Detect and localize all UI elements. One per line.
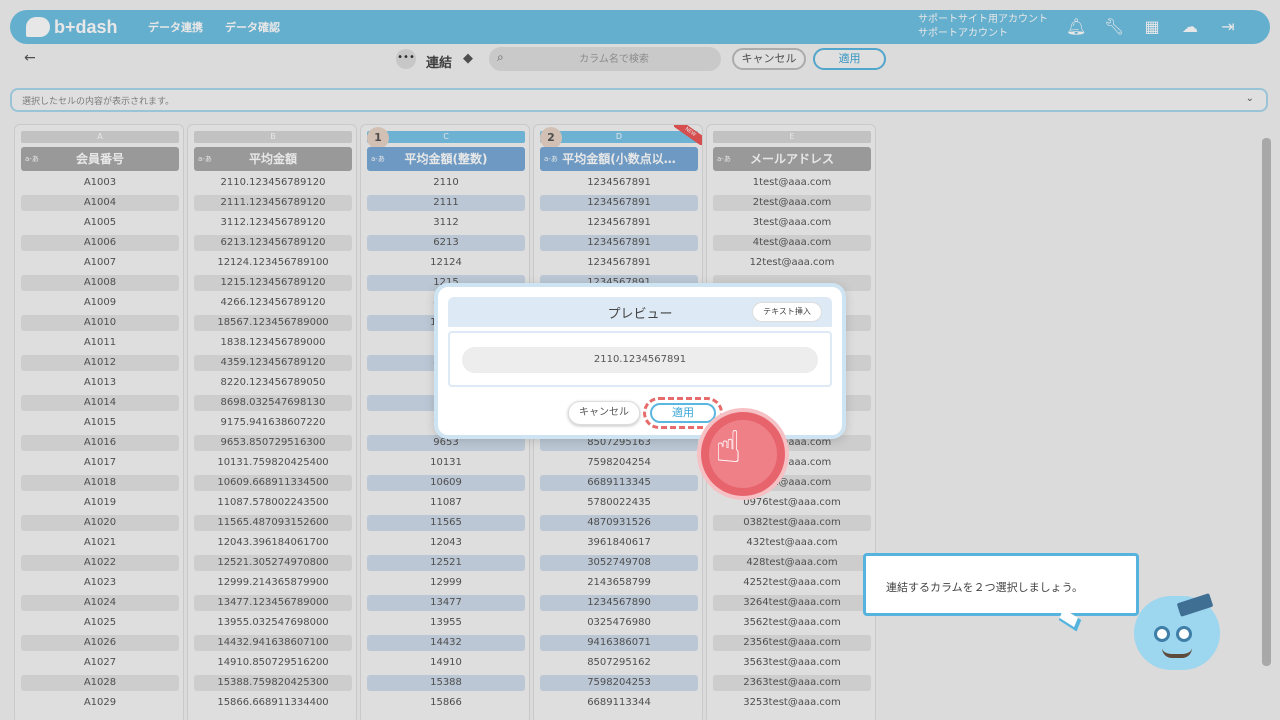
dialog-header: プレビュー テキスト挿入 (448, 297, 832, 327)
mascot-eye-right (1176, 626, 1192, 642)
dialog-body: 2110.1234567891 (448, 331, 832, 387)
preview-dialog: プレビュー テキスト挿入 2110.1234567891 キャンセル 適用 (434, 283, 846, 439)
dialog-cancel-button[interactable]: キャンセル (568, 401, 640, 425)
insert-text-button[interactable]: テキスト挿入 (752, 302, 822, 322)
dialog-apply-button[interactable]: 適用 (650, 403, 716, 423)
mascot-eye-left (1154, 626, 1170, 642)
guide-bubble: 連結するカラムを２つ選択しましょう。 (863, 553, 1139, 616)
tap-hint: ☝ (697, 408, 789, 500)
pointing-hand-icon: ☝ (715, 422, 742, 473)
guide-message: 連結するカラムを２つ選択しましょう。 (886, 581, 1084, 594)
preview-value: 2110.1234567891 (462, 347, 818, 373)
